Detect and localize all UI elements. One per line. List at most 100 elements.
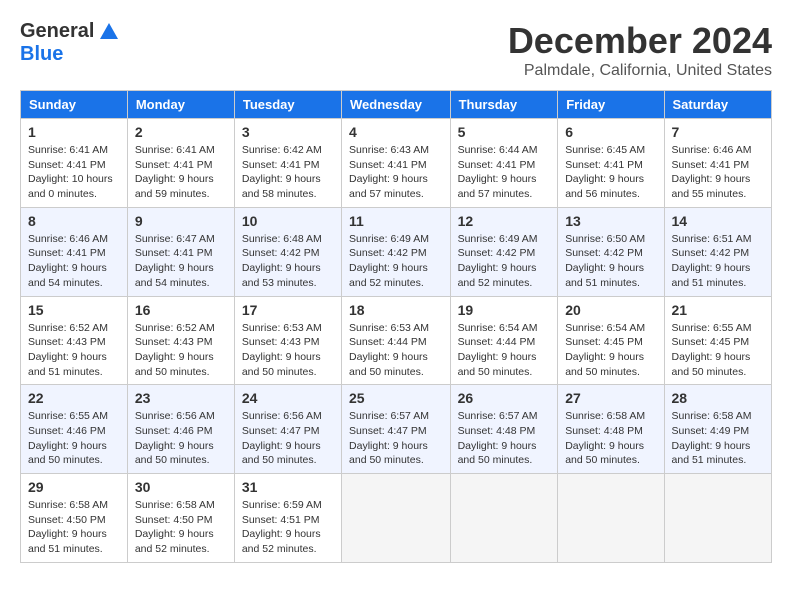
table-row bbox=[558, 474, 664, 563]
logo-general: General bbox=[20, 20, 94, 43]
table-row: 19 Sunrise: 6:54 AMSunset: 4:44 PMDayligh… bbox=[450, 296, 558, 385]
cell-day-number: 1 bbox=[28, 124, 120, 140]
cell-day-number: 24 bbox=[242, 390, 334, 406]
cell-info: Sunrise: 6:58 AMSunset: 4:50 PMDaylight:… bbox=[28, 498, 120, 557]
table-row: 26 Sunrise: 6:57 AMSunset: 4:48 PMDayligh… bbox=[450, 385, 558, 474]
cell-info: Sunrise: 6:53 AMSunset: 4:43 PMDaylight:… bbox=[242, 321, 334, 380]
calendar-week-row: 8Sunrise: 6:46 AMSunset: 4:41 PMDaylight… bbox=[21, 207, 772, 296]
table-row: 13 Sunrise: 6:50 AMSunset: 4:42 PMDayligh… bbox=[558, 207, 664, 296]
logo: General Blue bbox=[20, 20, 120, 66]
cell-info: Sunrise: 6:45 AMSunset: 4:41 PMDaylight:… bbox=[565, 143, 656, 202]
cell-day-number: 31 bbox=[242, 479, 334, 495]
table-row: 23Sunrise: 6:56 AMSunset: 4:46 PMDayligh… bbox=[127, 385, 234, 474]
cell-day-number: 10 bbox=[242, 213, 334, 229]
header-wednesday: Wednesday bbox=[342, 91, 451, 119]
table-row: 31 Sunrise: 6:59 AMSunset: 4:51 PMDayligh… bbox=[234, 474, 341, 563]
cell-info: Sunrise: 6:46 AMSunset: 4:41 PMDaylight:… bbox=[28, 232, 120, 291]
table-row: 2 Sunrise: 6:41 AMSunset: 4:41 PMDaylight… bbox=[127, 119, 234, 208]
cell-info: Sunrise: 6:54 AMSunset: 4:44 PMDaylight:… bbox=[458, 321, 551, 380]
cell-day-number: 13 bbox=[565, 213, 656, 229]
table-row bbox=[664, 474, 771, 563]
cell-info: Sunrise: 6:57 AMSunset: 4:48 PMDaylight:… bbox=[458, 409, 551, 468]
table-row: 25 Sunrise: 6:57 AMSunset: 4:47 PMDayligh… bbox=[342, 385, 451, 474]
table-row: 10 Sunrise: 6:48 AMSunset: 4:42 PMDayligh… bbox=[234, 207, 341, 296]
title-section: December 2024 Palmdale, California, Unit… bbox=[508, 20, 772, 80]
cell-day-number: 2 bbox=[135, 124, 227, 140]
cell-day-number: 14 bbox=[672, 213, 764, 229]
table-row: 17 Sunrise: 6:53 AMSunset: 4:43 PMDayligh… bbox=[234, 296, 341, 385]
cell-info: Sunrise: 6:55 AMSunset: 4:46 PMDaylight:… bbox=[28, 409, 120, 468]
table-row: 16 Sunrise: 6:52 AMSunset: 4:43 PMDayligh… bbox=[127, 296, 234, 385]
cell-info: Sunrise: 6:52 AMSunset: 4:43 PMDaylight:… bbox=[28, 321, 120, 380]
table-row: 8Sunrise: 6:46 AMSunset: 4:41 PMDaylight… bbox=[21, 207, 128, 296]
table-row: 27 Sunrise: 6:58 AMSunset: 4:48 PMDayligh… bbox=[558, 385, 664, 474]
cell-info: Sunrise: 6:53 AMSunset: 4:44 PMDaylight:… bbox=[349, 321, 443, 380]
table-row: 7 Sunrise: 6:46 AMSunset: 4:41 PMDaylight… bbox=[664, 119, 771, 208]
cell-info: Sunrise: 6:58 AMSunset: 4:49 PMDaylight:… bbox=[672, 409, 764, 468]
cell-info: Sunrise: 6:46 AMSunset: 4:41 PMDaylight:… bbox=[672, 143, 764, 202]
cell-day-number: 4 bbox=[349, 124, 443, 140]
table-row: 22 Sunrise: 6:55 AMSunset: 4:46 PMDayligh… bbox=[21, 385, 128, 474]
cell-info: Sunrise: 6:52 AMSunset: 4:43 PMDaylight:… bbox=[135, 321, 227, 380]
cell-day-number: 7 bbox=[672, 124, 764, 140]
cell-day-number: 29 bbox=[28, 479, 120, 495]
calendar-table: Sunday Monday Tuesday Wednesday Thursday… bbox=[20, 90, 772, 563]
cell-day-number: 28 bbox=[672, 390, 764, 406]
cell-day-number: 16 bbox=[135, 302, 227, 318]
cell-info: Sunrise: 6:42 AMSunset: 4:41 PMDaylight:… bbox=[242, 143, 334, 202]
cell-info: Sunrise: 6:49 AMSunset: 4:42 PMDaylight:… bbox=[458, 232, 551, 291]
cell-info: Sunrise: 6:50 AMSunset: 4:42 PMDaylight:… bbox=[565, 232, 656, 291]
cell-day-number: 20 bbox=[565, 302, 656, 318]
header-saturday: Saturday bbox=[664, 91, 771, 119]
cell-info: Sunrise: 6:59 AMSunset: 4:51 PMDaylight:… bbox=[242, 498, 334, 557]
table-row: 6Sunrise: 6:45 AMSunset: 4:41 PMDaylight… bbox=[558, 119, 664, 208]
cell-day-number: 9 bbox=[135, 213, 227, 229]
month-title: December 2024 bbox=[508, 20, 772, 62]
page-header: General Blue December 2024 Palmdale, Cal… bbox=[20, 20, 772, 80]
cell-day-number: 23 bbox=[135, 390, 227, 406]
table-row: 4Sunrise: 6:43 AMSunset: 4:41 PMDaylight… bbox=[342, 119, 451, 208]
cell-day-number: 26 bbox=[458, 390, 551, 406]
cell-info: Sunrise: 6:48 AMSunset: 4:42 PMDaylight:… bbox=[242, 232, 334, 291]
calendar-header-row: Sunday Monday Tuesday Wednesday Thursday… bbox=[21, 91, 772, 119]
table-row: 9 Sunrise: 6:47 AMSunset: 4:41 PMDaylight… bbox=[127, 207, 234, 296]
cell-day-number: 15 bbox=[28, 302, 120, 318]
cell-info: Sunrise: 6:54 AMSunset: 4:45 PMDaylight:… bbox=[565, 321, 656, 380]
table-row: 14 Sunrise: 6:51 AMSunset: 4:42 PMDayligh… bbox=[664, 207, 771, 296]
header-thursday: Thursday bbox=[450, 91, 558, 119]
table-row: 3 Sunrise: 6:42 AMSunset: 4:41 PMDaylight… bbox=[234, 119, 341, 208]
table-row: 12Sunrise: 6:49 AMSunset: 4:42 PMDayligh… bbox=[450, 207, 558, 296]
cell-day-number: 18 bbox=[349, 302, 443, 318]
cell-info: Sunrise: 6:41 AMSunset: 4:41 PMDaylight:… bbox=[135, 143, 227, 202]
cell-day-number: 3 bbox=[242, 124, 334, 140]
cell-info: Sunrise: 6:57 AMSunset: 4:47 PMDaylight:… bbox=[349, 409, 443, 468]
cell-day-number: 25 bbox=[349, 390, 443, 406]
calendar-week-row: 22 Sunrise: 6:55 AMSunset: 4:46 PMDayligh… bbox=[21, 385, 772, 474]
cell-day-number: 17 bbox=[242, 302, 334, 318]
header-sunday: Sunday bbox=[21, 91, 128, 119]
cell-day-number: 30 bbox=[135, 479, 227, 495]
cell-day-number: 22 bbox=[28, 390, 120, 406]
cell-info: Sunrise: 6:47 AMSunset: 4:41 PMDaylight:… bbox=[135, 232, 227, 291]
cell-info: Sunrise: 6:58 AMSunset: 4:48 PMDaylight:… bbox=[565, 409, 656, 468]
cell-day-number: 27 bbox=[565, 390, 656, 406]
cell-info: Sunrise: 6:41 AMSunset: 4:41 PMDaylight:… bbox=[28, 143, 120, 202]
table-row: 20 Sunrise: 6:54 AMSunset: 4:45 PMDayligh… bbox=[558, 296, 664, 385]
header-monday: Monday bbox=[127, 91, 234, 119]
calendar-week-row: 1 Sunrise: 6:41 AMSunset: 4:41 PMDaylight… bbox=[21, 119, 772, 208]
logo-blue: Blue bbox=[20, 43, 63, 65]
cell-day-number: 11 bbox=[349, 213, 443, 229]
calendar-week-row: 29 Sunrise: 6:58 AMSunset: 4:50 PMDayligh… bbox=[21, 474, 772, 563]
table-row bbox=[342, 474, 451, 563]
header-friday: Friday bbox=[558, 91, 664, 119]
cell-day-number: 19 bbox=[458, 302, 551, 318]
cell-info: Sunrise: 6:56 AMSunset: 4:47 PMDaylight:… bbox=[242, 409, 334, 468]
cell-info: Sunrise: 6:55 AMSunset: 4:45 PMDaylight:… bbox=[672, 321, 764, 380]
table-row bbox=[450, 474, 558, 563]
table-row: 5Sunrise: 6:44 AMSunset: 4:41 PMDaylight… bbox=[450, 119, 558, 208]
table-row: 1 Sunrise: 6:41 AMSunset: 4:41 PMDaylight… bbox=[21, 119, 128, 208]
cell-day-number: 21 bbox=[672, 302, 764, 318]
table-row: 28 Sunrise: 6:58 AMSunset: 4:49 PMDayligh… bbox=[664, 385, 771, 474]
table-row: 18 Sunrise: 6:53 AMSunset: 4:44 PMDayligh… bbox=[342, 296, 451, 385]
cell-info: Sunrise: 6:51 AMSunset: 4:42 PMDaylight:… bbox=[672, 232, 764, 291]
